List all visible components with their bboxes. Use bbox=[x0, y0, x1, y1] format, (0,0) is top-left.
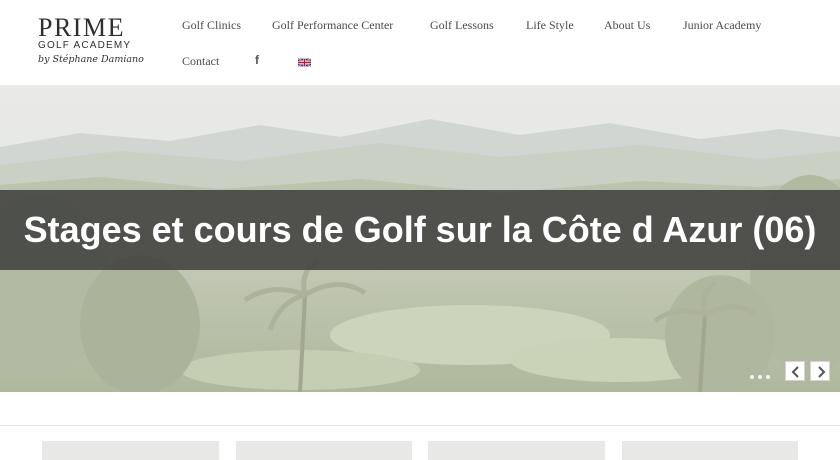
content-thumbnail[interactable] bbox=[622, 441, 798, 460]
section-divider bbox=[0, 425, 840, 426]
slider-next-button[interactable] bbox=[810, 361, 830, 381]
nav-item-contact[interactable]: Contact bbox=[182, 54, 219, 68]
facebook-icon[interactable]: f bbox=[255, 53, 263, 67]
site-header: PRIME GOLF ACADEMY by Stéphane Damiano G… bbox=[0, 0, 840, 85]
logo-signature: by Stéphane Damiano bbox=[38, 54, 144, 65]
slider-dot[interactable] bbox=[758, 375, 762, 379]
nav-item-about-us[interactable]: About Us bbox=[604, 18, 650, 32]
nav-item-golf-performance-center[interactable]: Golf Performance Center bbox=[272, 18, 393, 32]
nav-item-golf-clinics[interactable]: Golf Clinics bbox=[182, 18, 241, 32]
slider-dot[interactable] bbox=[750, 375, 754, 379]
chevron-left-icon bbox=[791, 366, 799, 378]
logo-main-text: PRIME bbox=[38, 13, 125, 42]
slider-prev-button[interactable] bbox=[785, 361, 805, 381]
logo-sub-text: GOLF ACADEMY bbox=[38, 40, 132, 51]
content-thumbnail[interactable] bbox=[42, 441, 219, 460]
chevron-right-icon bbox=[818, 366, 826, 378]
nav-item-life-style[interactable]: Life Style bbox=[526, 18, 574, 32]
nav-item-junior-academy[interactable]: Junior Academy bbox=[683, 18, 761, 32]
content-thumbnail[interactable] bbox=[428, 441, 605, 460]
slider-dot[interactable] bbox=[766, 375, 770, 379]
nav-item-golf-lessons[interactable]: Golf Lessons bbox=[430, 18, 494, 32]
hero-title: Stages et cours de Golf sur la Côte d Az… bbox=[23, 209, 817, 250]
hero-slider: Stages et cours de Golf sur la Côte d Az… bbox=[0, 85, 840, 392]
site-logo[interactable]: PRIME GOLF ACADEMY by Stéphane Damiano bbox=[38, 13, 144, 71]
uk-flag-icon[interactable] bbox=[298, 58, 311, 67]
content-thumbnail[interactable] bbox=[236, 441, 412, 460]
